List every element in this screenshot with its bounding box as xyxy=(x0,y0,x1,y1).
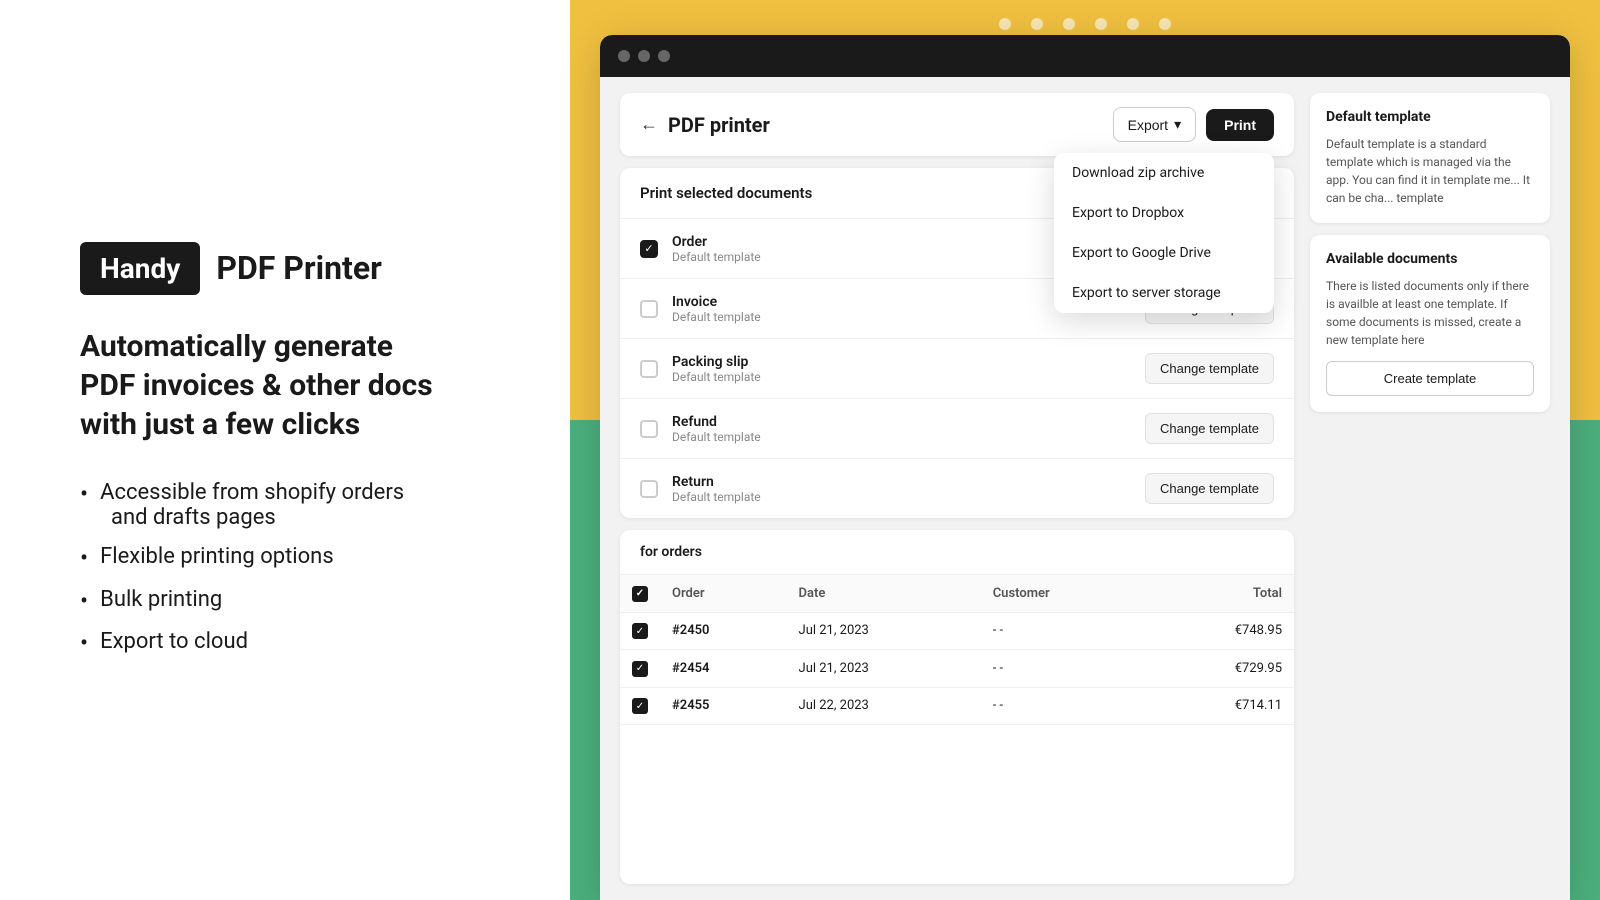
available-docs-description: There is listed documents only if there … xyxy=(1326,277,1534,349)
col-order: Order xyxy=(660,575,787,612)
default-template-title: Default template xyxy=(1326,109,1534,125)
document-row-return: Return Default template Change template xyxy=(620,459,1294,518)
back-arrow-icon[interactable]: ← xyxy=(640,114,658,135)
create-template-button[interactable]: Create template xyxy=(1326,361,1534,396)
row-checkbox-1[interactable] xyxy=(632,623,648,639)
refund-info: Refund Default template xyxy=(672,414,1131,444)
right-sidebar: Default template Default template is a s… xyxy=(1310,93,1550,884)
col-total: Total xyxy=(1147,575,1294,612)
table-row: #2455 Jul 22, 2023 - - €714.11 xyxy=(620,687,1294,725)
logo-area: Handy PDF Printer xyxy=(80,242,510,295)
app-content: ← PDF printer Export ▾ Print Download zi… xyxy=(600,77,1570,900)
row-checkbox-cell-2 xyxy=(620,650,660,688)
order-date-3: Jul 22, 2023 xyxy=(787,687,981,725)
return-template: Default template xyxy=(672,490,1131,504)
dot-5 xyxy=(1127,18,1139,30)
tagline: Automatically generatePDF invoices & oth… xyxy=(80,327,510,444)
order-total-3: €714.11 xyxy=(1147,687,1294,725)
titlebar-dot-1 xyxy=(618,50,630,62)
order-checkbox[interactable] xyxy=(640,240,658,258)
print-button[interactable]: Print xyxy=(1206,109,1274,141)
title-bar xyxy=(600,35,1570,77)
order-total-2: €729.95 xyxy=(1147,650,1294,688)
order-customer-3: - - xyxy=(981,687,1148,725)
available-docs-title: Available documents xyxy=(1326,251,1534,267)
header-bar: ← PDF printer Export ▾ Print Download zi… xyxy=(620,93,1294,156)
row-checkbox-cell-3 xyxy=(620,687,660,725)
select-all-checkbox[interactable] xyxy=(632,586,648,602)
return-name: Return xyxy=(672,474,1131,490)
invoice-checkbox[interactable] xyxy=(640,300,658,318)
export-dropdown: Download zip archive Export to Dropbox E… xyxy=(1054,153,1274,313)
logo-box: Handy xyxy=(80,242,200,295)
order-number-2: #2454 xyxy=(660,650,787,688)
order-number-1: #2450 xyxy=(660,612,787,650)
export-label: Export xyxy=(1128,117,1168,133)
header-actions: Export ▾ Print Download zip archive Expo… xyxy=(1113,107,1274,142)
order-number-3: #2455 xyxy=(660,687,787,725)
feature-item-4: Export to cloud xyxy=(80,629,510,658)
header-left: ← PDF printer xyxy=(640,113,770,137)
col-date: Date xyxy=(787,575,981,612)
col-checkbox xyxy=(620,575,660,612)
dropdown-item-gdrive[interactable]: Export to Google Drive xyxy=(1054,233,1274,273)
chevron-down-icon: ▾ xyxy=(1174,116,1181,133)
order-customer-2: - - xyxy=(981,650,1148,688)
row-checkbox-2[interactable] xyxy=(632,661,648,677)
dot-4 xyxy=(1095,18,1107,30)
order-date-1: Jul 21, 2023 xyxy=(787,612,981,650)
document-row-packing-slip: Packing slip Default template Change tem… xyxy=(620,339,1294,399)
default-template-description: Default template is a standard template … xyxy=(1326,135,1534,207)
export-button[interactable]: Export ▾ xyxy=(1113,107,1197,142)
dot-6 xyxy=(1159,18,1171,30)
order-customer-1: - - xyxy=(981,612,1148,650)
feature-item-2: Flexible printing options xyxy=(80,544,510,573)
refund-template: Default template xyxy=(672,430,1131,444)
dot-3 xyxy=(1063,18,1075,30)
col-customer: Customer xyxy=(981,575,1148,612)
page-title: PDF printer xyxy=(668,113,770,137)
right-area: ← PDF printer Export ▾ Print Download zi… xyxy=(570,0,1600,900)
order-date-2: Jul 21, 2023 xyxy=(787,650,981,688)
row-checkbox-cell-1 xyxy=(620,612,660,650)
titlebar-dot-2 xyxy=(638,50,650,62)
decorative-dots xyxy=(999,18,1171,30)
orders-section-header: for orders xyxy=(620,530,1294,575)
feature-item-3: Bulk printing xyxy=(80,587,510,616)
return-info: Return Default template xyxy=(672,474,1131,504)
dropdown-item-dropbox[interactable]: Export to Dropbox xyxy=(1054,193,1274,233)
dropdown-item-server[interactable]: Export to server storage xyxy=(1054,273,1274,313)
dropdown-item-zip[interactable]: Download zip archive xyxy=(1054,153,1274,193)
left-panel: Handy PDF Printer Automatically generate… xyxy=(0,0,570,900)
row-checkbox-3[interactable] xyxy=(632,698,648,714)
refund-checkbox[interactable] xyxy=(640,420,658,438)
packing-slip-name: Packing slip xyxy=(672,354,1131,370)
default-template-card: Default template Default template is a s… xyxy=(1310,93,1550,223)
available-docs-card: Available documents There is listed docu… xyxy=(1310,235,1550,412)
table-row: #2450 Jul 21, 2023 - - €748.95 xyxy=(620,612,1294,650)
refund-change-template-button[interactable]: Change template xyxy=(1145,413,1274,444)
refund-name: Refund xyxy=(672,414,1131,430)
titlebar-dot-3 xyxy=(658,50,670,62)
packing-slip-checkbox[interactable] xyxy=(640,360,658,378)
order-total-1: €748.95 xyxy=(1147,612,1294,650)
return-checkbox[interactable] xyxy=(640,480,658,498)
feature-item-1: Accessible from shopify orders and draft… xyxy=(80,480,510,530)
app-window: ← PDF printer Export ▾ Print Download zi… xyxy=(600,35,1570,900)
main-panel: ← PDF printer Export ▾ Print Download zi… xyxy=(620,93,1294,884)
return-change-template-button[interactable]: Change template xyxy=(1145,473,1274,504)
dot-2 xyxy=(1031,18,1043,30)
orders-card: for orders Order Date Customer Total xyxy=(620,530,1294,884)
packing-slip-info: Packing slip Default template xyxy=(672,354,1131,384)
packing-slip-template: Default template xyxy=(672,370,1131,384)
orders-table: Order Date Customer Total # xyxy=(620,575,1294,725)
table-row: #2454 Jul 21, 2023 - - €729.95 xyxy=(620,650,1294,688)
dot-1 xyxy=(999,18,1011,30)
app-name: PDF Printer xyxy=(216,249,382,287)
packing-slip-change-template-button[interactable]: Change template xyxy=(1145,353,1274,384)
feature-list: Accessible from shopify orders and draft… xyxy=(80,480,510,658)
document-row-refund: Refund Default template Change template xyxy=(620,399,1294,459)
